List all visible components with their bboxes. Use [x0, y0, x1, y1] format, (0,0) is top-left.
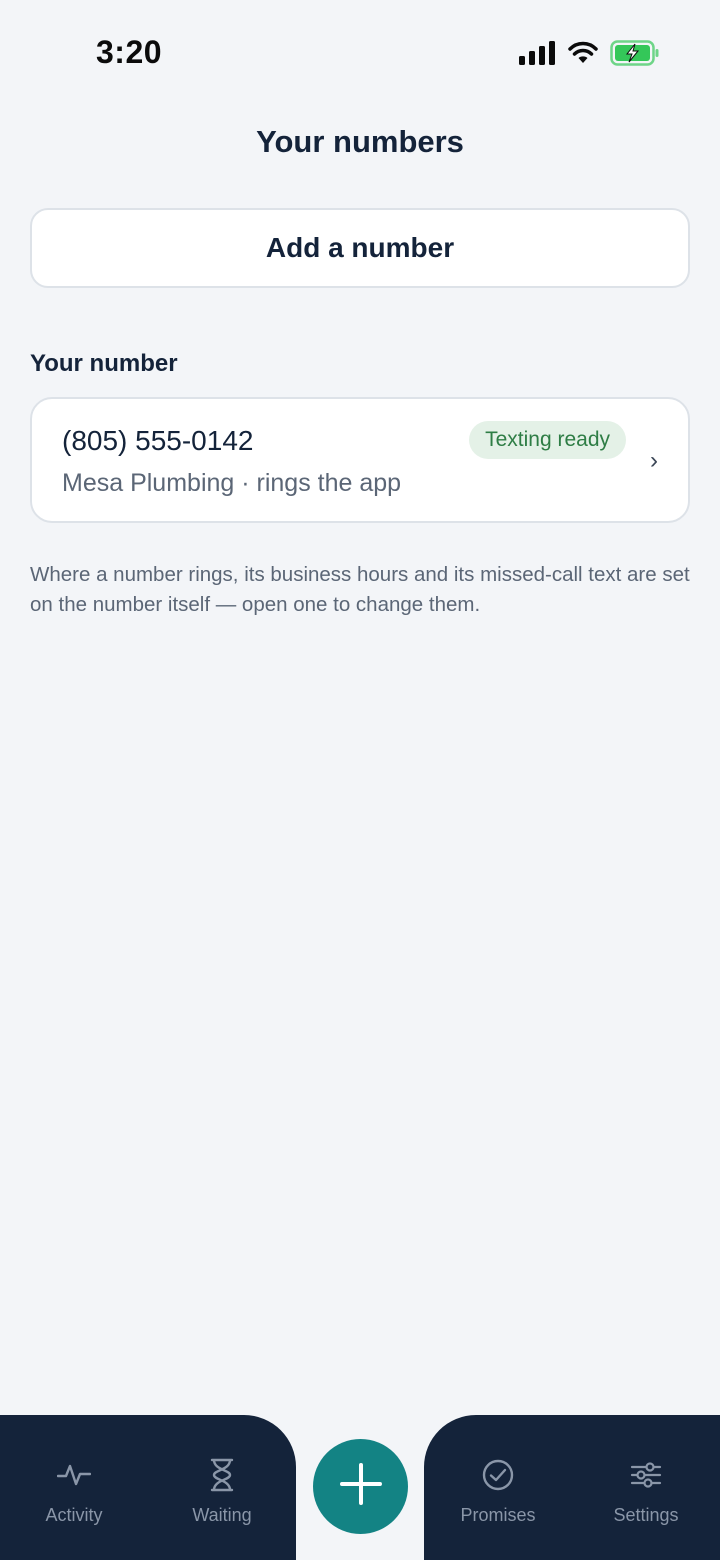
tab-settings[interactable]: Settings: [572, 1415, 720, 1535]
chevron-right-icon: ›: [650, 447, 658, 474]
sliders-icon: [630, 1457, 662, 1493]
check-circle-icon: [482, 1457, 514, 1493]
wifi-icon: [568, 41, 598, 65]
activity-icon: [57, 1457, 91, 1493]
tab-label: Settings: [613, 1505, 679, 1525]
status-bar: 3:20: [0, 0, 720, 100]
tab-label: Promises: [460, 1505, 536, 1525]
section-label: Your number: [30, 350, 178, 377]
status-badge: Texting ready: [469, 421, 626, 459]
plus-icon: [339, 1462, 383, 1511]
status-icons: [519, 40, 660, 66]
hourglass-icon: [210, 1457, 234, 1493]
status-time: 3:20: [96, 34, 163, 70]
tab-waiting[interactable]: Waiting: [148, 1415, 296, 1535]
phone-number: (805) 555-0142: [62, 425, 254, 456]
help-text: Where a number rings, its business hours…: [30, 563, 690, 616]
number-card[interactable]: (805) 555-0142 Mesa Plumbing · rings the…: [30, 397, 690, 523]
tab-label: Waiting: [192, 1505, 252, 1525]
page-title: Your numbers: [256, 124, 464, 159]
signal-icon: [519, 41, 556, 65]
add-number-button[interactable]: Add a number: [30, 208, 690, 288]
number-subtitle: Mesa Plumbing · rings the app: [62, 469, 402, 497]
battery-charging-icon: [610, 40, 660, 66]
tab-activity[interactable]: Activity: [0, 1415, 148, 1535]
add-fab-button[interactable]: [313, 1439, 408, 1534]
tab-promises[interactable]: Promises: [424, 1415, 572, 1535]
tab-label: Activity: [45, 1505, 103, 1525]
